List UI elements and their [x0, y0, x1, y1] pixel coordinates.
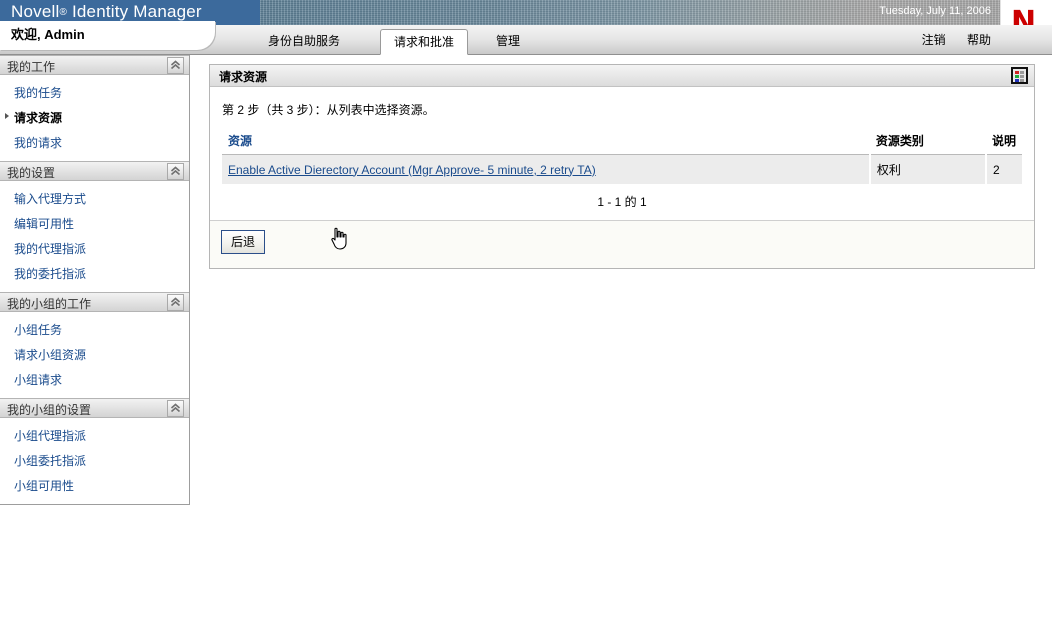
sidebar-group-body: 我的任务 请求资源 我的请求 — [0, 75, 189, 161]
chevron-up-double-icon[interactable] — [167, 400, 184, 417]
table-row: Enable Active Dierectory Account (Mgr Ap… — [222, 154, 1022, 184]
tab-identity-self-service[interactable]: 身份自助服务 — [255, 29, 353, 54]
current-date: Tuesday, July 11, 2006 — [879, 5, 991, 17]
cell-description: 2 — [985, 154, 1022, 184]
sidebar-item-my-tasks[interactable]: 我的任务 — [0, 80, 189, 105]
sidebar-item-request-resource[interactable]: 请求资源 — [0, 105, 189, 130]
main-content: 请求资源 第 2 步（共 3 步）：从列表中选择资源。 资源 资源类别 说明 E… — [209, 64, 1035, 269]
sidebar-group-my-work: 我的工作 我的任务 请求资源 我的请求 — [0, 55, 189, 161]
chevron-up-double-icon[interactable] — [167, 294, 184, 311]
request-resource-card: 请求资源 第 2 步（共 3 步）：从列表中选择资源。 资源 资源类别 说明 E… — [209, 64, 1035, 269]
sidebar-group-header: 我的工作 — [0, 55, 189, 75]
welcome-plate: 欢迎, Admin — [0, 21, 215, 50]
cell-resource: Enable Active Dierectory Account (Mgr Ap… — [222, 154, 871, 184]
sidebar-item-team-requests[interactable]: 小组请求 — [0, 367, 189, 392]
tab-requests-and-approvals[interactable]: 请求和批准 — [380, 29, 469, 55]
pagination-label: 1 - 1 的 1 — [597, 195, 647, 209]
sidebar-item-team-proxy-assignments[interactable]: 小组代理指派 — [0, 423, 189, 448]
sidebar: 我的工作 我的任务 请求资源 我的请求 我的设置 输入代理方式 编辑可用性 我的… — [0, 55, 190, 505]
sidebar-group-header: 我的小组的工作 — [0, 292, 189, 312]
novell-n-icon: N — [1011, 5, 1037, 26]
sidebar-item-my-proxy-assignments[interactable]: 我的代理指派 — [0, 236, 189, 261]
product-title: Novell® Identity Manager — [11, 2, 202, 22]
help-link[interactable]: 帮助 — [967, 33, 991, 47]
sidebar-item-edit-availability[interactable]: 编辑可用性 — [0, 211, 189, 236]
sidebar-item-request-team-resources[interactable]: 请求小组资源 — [0, 342, 189, 367]
sidebar-group-header: 我的小组的设置 — [0, 398, 189, 418]
step-instruction: 第 2 步（共 3 步）：从列表中选择资源。 — [222, 103, 435, 117]
table-header-row: 资源 资源类别 说明 — [222, 130, 1022, 155]
sidebar-group-title: 我的小组的工作 — [7, 297, 92, 311]
logout-link[interactable]: 注销 — [922, 33, 946, 47]
sidebar-group-body: 小组代理指派 小组委托指派 小组可用性 — [0, 418, 189, 504]
card-body: 第 2 步（共 3 步）：从列表中选择资源。 资源 资源类别 说明 Enable… — [210, 87, 1034, 220]
tab-administration[interactable]: 管理 — [483, 29, 533, 54]
sidebar-group-my-settings: 我的设置 输入代理方式 编辑可用性 我的代理指派 我的委托指派 — [0, 161, 189, 292]
active-marker-icon — [5, 113, 9, 119]
sidebar-group-title: 我的工作 — [7, 60, 56, 74]
column-header-description: 说明 — [985, 130, 1022, 155]
body-area: 我的工作 我的任务 请求资源 我的请求 我的设置 输入代理方式 编辑可用性 我的… — [0, 55, 1052, 628]
sidebar-group-my-team-work: 我的小组的工作 小组任务 请求小组资源 小组请求 — [0, 292, 189, 398]
chevron-up-double-icon[interactable] — [167, 163, 184, 180]
sidebar-item-team-delegate-assignments[interactable]: 小组委托指派 — [0, 448, 189, 473]
sidebar-group-my-team-settings: 我的小组的设置 小组代理指派 小组委托指派 小组可用性 — [0, 398, 189, 504]
chevron-up-double-icon[interactable] — [167, 57, 184, 74]
brand-name: Novell — [11, 2, 60, 21]
welcome-message: 欢迎, Admin — [11, 27, 85, 42]
sidebar-item-my-requests[interactable]: 我的请求 — [0, 130, 189, 155]
page-title: 请求资源 — [219, 70, 268, 84]
resource-link[interactable]: Enable Active Dierectory Account (Mgr Ap… — [228, 163, 596, 177]
registered-mark-icon: ® — [59, 7, 68, 18]
column-header-resource[interactable]: 资源 — [222, 130, 870, 155]
product-name: Identity Manager — [71, 2, 202, 21]
navigation-strip: 欢迎, Admin 身份自助服务 请求和批准 管理 注销 帮助 — [0, 21, 1052, 55]
sidebar-item-my-delegate-assignments[interactable]: 我的委托指派 — [0, 261, 189, 286]
sidebar-group-title: 我的设置 — [7, 166, 56, 180]
card-header: 请求资源 — [210, 65, 1034, 87]
sidebar-group-title: 我的小组的设置 — [7, 403, 92, 417]
sidebar-item-label: 请求资源 — [14, 111, 63, 125]
sidebar-group-body: 小组任务 请求小组资源 小组请求 — [0, 312, 189, 398]
back-button[interactable]: 后退 — [221, 230, 266, 254]
color-grid-icon[interactable] — [1011, 67, 1028, 84]
sidebar-group-body: 输入代理方式 编辑可用性 我的代理指派 我的委托指派 — [0, 181, 189, 292]
sidebar-item-enter-proxy-mode[interactable]: 输入代理方式 — [0, 186, 189, 211]
sidebar-group-header: 我的设置 — [0, 161, 189, 181]
header-links: 注销 帮助 — [904, 31, 991, 48]
column-header-category: 资源类别 — [869, 130, 986, 155]
sidebar-item-team-availability[interactable]: 小组可用性 — [0, 473, 189, 498]
novell-logo: N — [1000, 0, 1052, 25]
card-footer: 后退 — [210, 220, 1034, 268]
cell-category: 权利 — [869, 154, 987, 184]
resource-table: 资源 资源类别 说明 Enable Active Dierectory Acco… — [222, 130, 1022, 184]
sidebar-item-team-tasks[interactable]: 小组任务 — [0, 317, 189, 342]
